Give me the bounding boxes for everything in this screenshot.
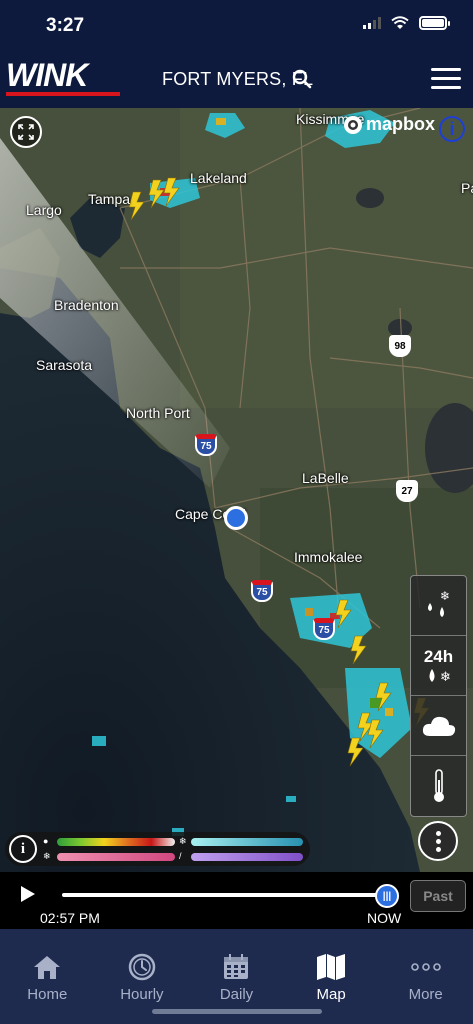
tab-home-label: Home [27,986,68,1003]
app-header: WINK FORT MYERS, FL [0,52,473,108]
tab-map-label: Map [316,986,346,1003]
radar-map[interactable]: Kissimmee Lakeland Tampa Largo Bradenton… [0,108,473,872]
tab-more-label: More [408,986,443,1003]
dot [435,830,441,836]
interstate-shield: 75 [313,618,335,640]
map-label-edge: Pa [461,180,473,196]
map-label-sarasota: Sarasota [36,357,93,373]
radar-legend: i ● ❄ ❄ / [5,832,310,866]
precip-layer-button[interactable]: ❄ [411,576,466,636]
dot [435,838,441,844]
tab-hourly-label: Hourly [120,986,164,1003]
map-icon [317,954,346,980]
search-icon[interactable] [292,69,312,89]
status-time: 3:27 [46,15,85,36]
location-label[interactable]: FORT MYERS, FL [162,69,313,90]
snow-scale-bar [191,838,303,846]
legend-info-icon[interactable]: i [9,835,37,863]
battery-icon [419,16,450,30]
tab-daily-label: Daily [219,986,254,1003]
timeline-track[interactable] [62,893,386,897]
play-icon[interactable] [21,886,35,902]
logo-underline [6,92,120,96]
mapbox-attribution: mapbox [343,114,435,135]
us-highway-shield: 27 [396,480,418,502]
snow-legend-icon: ❄ [179,836,187,846]
dot [435,846,441,852]
temperature-layer-button[interactable] [411,756,466,816]
mix-legend-icon: ❄ [43,851,51,861]
svg-text:❄: ❄ [440,670,451,685]
clock-icon [128,953,156,981]
24h-label: 24h [423,646,454,666]
radar-timeline: ||| 02:57 PM NOW Past [0,872,473,929]
24h-precip-layer-button[interactable]: 24h ❄ [411,636,466,696]
wink-logo[interactable]: WINK [6,59,88,91]
map-attribution-info-icon[interactable]: i [439,116,465,142]
cloud-layer-button[interactable] [411,696,466,756]
map-label-bradenton: Bradenton [54,297,119,313]
map-label-largo: Largo [26,202,62,218]
expand-icon [18,124,34,140]
rain-snow-icon: ❄ [427,589,450,617]
wifi-icon [391,16,409,29]
past-button[interactable]: Past [410,880,466,912]
ice-legend-icon: / [179,851,182,861]
mapbox-text: mapbox [366,114,436,134]
map-label-lakeland: Lakeland [190,170,247,186]
map-label-immokalee: Immokalee [294,549,363,565]
timeline-start-time: 02:57 PM [40,910,100,926]
map-label-labelle: LaBelle [302,470,349,486]
tab-home[interactable]: Home [0,929,95,1024]
calendar-icon [224,954,249,979]
svg-text:❄: ❄ [440,589,450,603]
map-layer-panel: ❄ 24h ❄ [410,575,467,817]
app-root: 3:27 WINK FORT MYERS, FL Kissimmee Lakel… [0,0,473,1024]
cloud-icon [422,716,455,736]
rain-snow-accum-icon: ❄ [429,668,451,685]
home-icon [34,956,61,979]
mix-scale-bar [57,853,175,861]
current-location-marker [224,506,248,530]
rain-scale-bar [57,838,175,846]
signal-icon [363,17,381,29]
map-label-north-port: North Port [126,405,190,421]
ice-scale-bar [191,853,303,861]
hamburger-menu-icon[interactable] [431,68,461,90]
timeline-scrubber-handle[interactable]: ||| [375,884,399,908]
thermometer-icon [433,769,444,802]
home-indicator [152,1009,322,1014]
mapbox-logo-icon [344,115,362,134]
timeline-now-label: NOW [367,910,402,926]
status-icons [363,16,450,30]
interstate-shield: 75 [251,580,273,602]
rain-legend-icon: ● [43,836,49,846]
status-bar: 3:27 [0,0,473,52]
interstate-shield: 75 [195,434,217,456]
map-options-button[interactable] [418,821,458,861]
us-highway-shield: 98 [389,335,411,357]
more-dots-icon [410,963,441,971]
tab-more[interactable]: More [378,929,473,1024]
map-label-tampa: Tampa [88,191,131,207]
fullscreen-button[interactable] [10,116,42,148]
